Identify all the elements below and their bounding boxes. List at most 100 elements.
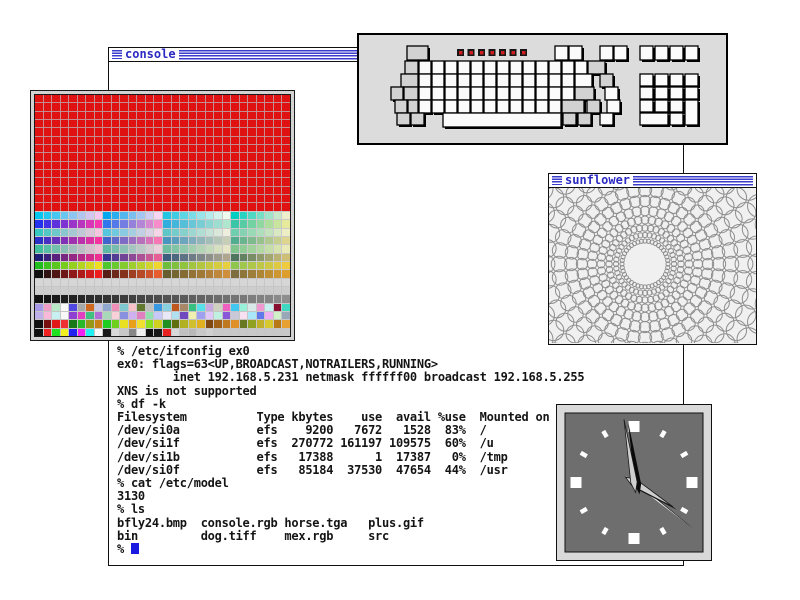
palette-cell	[189, 120, 197, 127]
palette-cell	[69, 270, 77, 277]
palette-cell	[163, 229, 171, 236]
palette-cell	[35, 203, 43, 210]
palette-cell	[257, 312, 265, 319]
palette-cell	[78, 220, 86, 227]
palette-cell	[274, 162, 282, 169]
palette-cell	[282, 103, 290, 110]
palette-cell	[282, 304, 290, 311]
palette-cell	[61, 220, 69, 227]
palette-cell	[61, 137, 69, 144]
palette-cell	[61, 279, 69, 286]
palette-cell	[206, 254, 214, 261]
palette-cell	[103, 212, 111, 219]
palette-cell	[189, 279, 197, 286]
palette-cell	[282, 312, 290, 319]
palette-cell	[69, 112, 77, 119]
window-menu-icon[interactable]	[552, 176, 562, 185]
palette-cell	[86, 295, 94, 302]
palette-cell	[231, 170, 239, 177]
palette-cell	[112, 103, 120, 110]
palette-cell	[86, 287, 94, 294]
palette-cell	[86, 95, 94, 102]
palette-cell	[137, 128, 145, 135]
palette-cell	[154, 212, 162, 219]
palette-cell	[95, 128, 103, 135]
palette-cell	[248, 203, 256, 210]
palette-cell	[61, 254, 69, 261]
sunflower-titlebar[interactable]: sunflower	[548, 173, 757, 188]
palette-cell	[78, 170, 86, 177]
palette-cell	[137, 229, 145, 236]
palette-cell	[172, 103, 180, 110]
palette-cell	[129, 329, 137, 336]
palette-cell	[172, 329, 180, 336]
palette-cell	[163, 220, 171, 227]
palette-cell	[172, 262, 180, 269]
palette-cell	[240, 195, 248, 202]
palette-cell	[206, 287, 214, 294]
window-menu-icon[interactable]	[112, 50, 122, 59]
palette-cell	[52, 262, 60, 269]
palette-cell	[223, 304, 231, 311]
palette-cell	[214, 95, 222, 102]
palette-cell	[61, 153, 69, 160]
palette-cell	[137, 112, 145, 119]
palette-cell	[231, 212, 239, 219]
palette-cell	[206, 229, 214, 236]
palette-cell	[172, 153, 180, 160]
palette-cell	[129, 245, 137, 252]
palette-cell	[95, 112, 103, 119]
palette-cell	[120, 112, 128, 119]
palette-cell	[274, 254, 282, 261]
palette-cell	[137, 203, 145, 210]
palette-cell	[154, 128, 162, 135]
palette-cell	[44, 178, 52, 185]
palette-cell	[86, 178, 94, 185]
palette-cell	[112, 262, 120, 269]
keyboard-window[interactable]	[357, 33, 728, 145]
palette-cell	[69, 304, 77, 311]
palette-cell	[240, 203, 248, 210]
palette-cell	[274, 203, 282, 210]
palette-cell	[240, 295, 248, 302]
palette-cell	[180, 145, 188, 152]
palette-cell	[86, 170, 94, 177]
palette-cell	[189, 262, 197, 269]
palette-cell	[52, 103, 60, 110]
palette-cell	[137, 195, 145, 202]
palette-cell	[163, 304, 171, 311]
palette-cell	[197, 220, 205, 227]
clock-window[interactable]	[556, 404, 712, 561]
palette-cell	[86, 220, 94, 227]
palette-cell	[154, 95, 162, 102]
palette-cell	[248, 95, 256, 102]
console-title: console	[125, 48, 179, 61]
palette-cell	[257, 112, 265, 119]
palette-cell	[231, 128, 239, 135]
palette-cell	[103, 120, 111, 127]
palette-cell	[44, 287, 52, 294]
palette-cell	[214, 195, 222, 202]
palette-cell	[69, 212, 77, 219]
palette-cell	[103, 187, 111, 194]
palette-cell	[197, 103, 205, 110]
palette-cell	[240, 245, 248, 252]
sunflower-window[interactable]: sunflower	[548, 173, 757, 345]
palette-cell	[129, 120, 137, 127]
palette-cell	[265, 95, 273, 102]
palette-cell	[214, 295, 222, 302]
palette-cell	[223, 153, 231, 160]
palette-cell	[95, 187, 103, 194]
palette-cell	[154, 229, 162, 236]
palette-cell	[240, 329, 248, 336]
palette-cell	[282, 170, 290, 177]
palette-cell	[223, 320, 231, 327]
palette-cell	[206, 304, 214, 311]
palette-cell	[248, 320, 256, 327]
palette-cell	[61, 120, 69, 127]
palette-cell	[248, 212, 256, 219]
colormap-window[interactable]	[30, 90, 295, 341]
palette-cell	[240, 137, 248, 144]
palette-cell	[163, 195, 171, 202]
palette-cell	[274, 103, 282, 110]
